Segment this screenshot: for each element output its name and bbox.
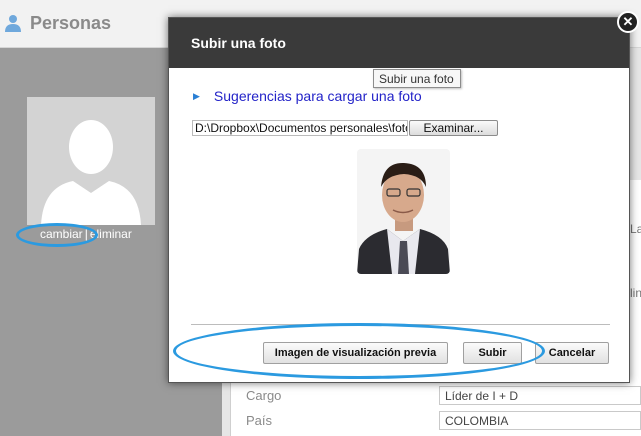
dialog-divider: [191, 324, 610, 325]
browse-button[interactable]: Examinar...: [409, 120, 498, 136]
tooltip: Subir una foto: [373, 69, 461, 88]
dialog-header: Subir una foto: [169, 18, 629, 68]
delete-photo-link[interactable]: eliminar: [90, 227, 132, 241]
dialog-title: Subir una foto: [191, 35, 286, 51]
avatar[interactable]: [27, 97, 155, 225]
pais-field[interactable]: COLOMBIA: [439, 411, 641, 430]
cargo-field[interactable]: Líder de I + D: [439, 386, 641, 405]
cargo-label: Cargo: [246, 388, 282, 403]
upload-tips-label: Sugerencias para cargar una foto: [213, 88, 422, 104]
portrait-photo: [357, 149, 450, 274]
upload-button[interactable]: Subir: [463, 342, 522, 364]
file-path-input[interactable]: D:\Dropbox\Documentos personales\foto: [192, 120, 408, 136]
person-icon: [5, 15, 21, 32]
change-photo-link[interactable]: cambiar: [40, 227, 83, 241]
photo-preview: [357, 149, 450, 274]
avatar-actions: cambiar | eliminar: [40, 227, 132, 241]
close-icon[interactable]: ✕: [617, 11, 639, 33]
upload-tips-link[interactable]: ▶ Sugerencias para cargar una foto: [193, 88, 422, 104]
default-avatar-icon: [27, 97, 155, 225]
expand-triangle-icon: ▶: [193, 91, 200, 101]
link-separator: |: [84, 227, 88, 241]
pais-label: País: [246, 413, 273, 428]
clipped-text: lin: [630, 286, 641, 300]
app-title: Personas: [30, 13, 112, 33]
clipped-text: La: [630, 222, 641, 236]
preview-image-button[interactable]: Imagen de visualización previa: [263, 342, 448, 364]
cancel-button[interactable]: Cancelar: [535, 342, 609, 364]
